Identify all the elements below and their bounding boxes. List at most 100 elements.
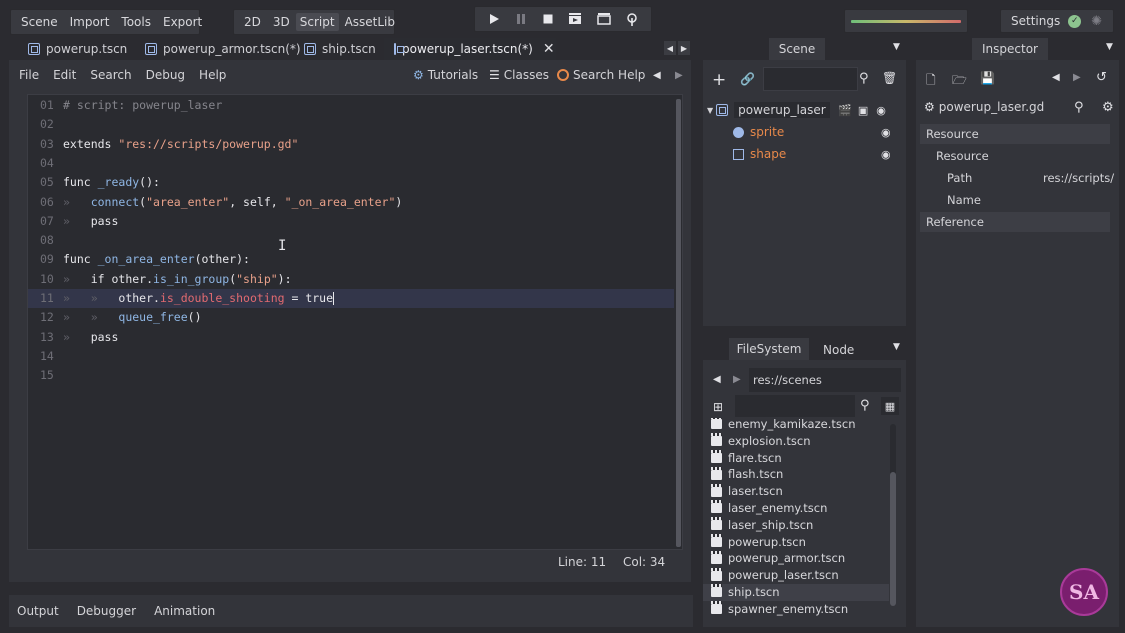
file-item[interactable]: laser_enemy.tscn — [703, 500, 889, 517]
node-tab[interactable]: Node — [823, 343, 854, 357]
dock-menu-icon[interactable]: ▼ — [893, 342, 900, 352]
search-help-button[interactable]: Search Help — [557, 68, 645, 82]
save-icon[interactable]: 💾 — [980, 71, 995, 85]
classes-button[interactable]: ☰ Classes — [489, 68, 549, 82]
menu-export[interactable]: Export — [157, 15, 208, 29]
tree-child-sprite[interactable]: sprite ◉ — [733, 123, 903, 141]
file-item[interactable]: powerup_armor.tscn — [703, 550, 889, 567]
sub-section-resource[interactable]: Resource — [920, 146, 1119, 166]
file-item[interactable]: flash.tscn — [703, 466, 889, 483]
link-icon[interactable]: 🔗 — [740, 72, 755, 86]
code-scrollbar[interactable] — [676, 99, 681, 547]
expand-arrow-icon[interactable]: ▼ — [707, 106, 713, 115]
code-line[interactable]: 07 » pass — [28, 212, 674, 231]
code-line[interactable]: 03 extends "res://scripts/powerup.gd" — [28, 135, 674, 154]
workspace-assetlib[interactable]: AssetLib — [339, 15, 401, 29]
play-icon[interactable] — [488, 13, 500, 25]
code-line[interactable]: 09 func _on_area_enter(other): — [28, 250, 674, 269]
menu-scene[interactable]: Scene — [15, 15, 64, 29]
file-item[interactable]: powerup_laser.tscn — [703, 567, 889, 584]
open-folder-icon[interactable]: 🗁 — [952, 71, 967, 92]
visibility-eye-icon[interactable]: ◉ — [876, 104, 886, 117]
workspace-script[interactable]: Script — [295, 13, 339, 31]
scene-filter-input[interactable] — [763, 67, 858, 91]
code-line[interactable]: 13 » pass — [28, 328, 674, 347]
code-line[interactable]: 08 — [28, 231, 674, 250]
code-line[interactable]: 15 — [28, 366, 674, 385]
file-item[interactable]: powerup.tscn — [703, 533, 889, 551]
script-icon[interactable]: ▣ — [858, 104, 868, 117]
search-icon[interactable]: ⚲ — [1074, 100, 1084, 115]
code-line[interactable]: 01 # script: powerup_laser — [28, 96, 674, 115]
file-item[interactable]: flare.tscn — [703, 449, 889, 467]
chevron-left-icon[interactable]: ◀ — [1052, 72, 1060, 83]
tutorials-button[interactable]: ⚙ Tutorials — [413, 68, 478, 82]
search-icon[interactable]: ⚲ — [860, 398, 870, 413]
close-icon[interactable]: ✕ — [543, 41, 555, 57]
code-line[interactable]: 11 » » other.is_double_shooting = true — [28, 289, 674, 309]
tab-ship[interactable]: ship.tscn — [294, 38, 386, 60]
history-back-icon[interactable]: ◀ — [653, 70, 661, 81]
script-menu-search[interactable]: Search — [90, 68, 131, 82]
inspector-tab[interactable]: Inspector — [972, 38, 1048, 60]
dock-menu-icon[interactable]: ▼ — [1106, 42, 1113, 52]
tab-animation[interactable]: Animation — [154, 604, 215, 618]
stop-icon[interactable] — [542, 13, 554, 25]
script-menu-file[interactable]: File — [19, 68, 39, 82]
code-line[interactable]: 04 — [28, 154, 674, 173]
tab-powerup[interactable]: powerup.tscn — [18, 38, 137, 60]
chevron-right-icon[interactable]: ▶ — [678, 41, 690, 55]
search-icon[interactable]: ⚲ — [859, 71, 869, 86]
code-line[interactable]: 14 — [28, 347, 674, 366]
code-line[interactable]: 05 func _ready(): — [28, 173, 674, 192]
settings-gear-icon[interactable]: ⚙ — [1102, 100, 1114, 115]
section-resource[interactable]: Resource — [920, 124, 1110, 144]
tab-debugger[interactable]: Debugger — [77, 604, 136, 618]
tree-root-node[interactable]: ▼ powerup_laser 🎬 ▣ ◉ — [707, 100, 902, 120]
file-item[interactable]: laser_ship.tscn — [703, 517, 889, 534]
file-item[interactable]: explosion.tscn — [703, 433, 889, 450]
code-line[interactable]: 06 » connect("area_enter", self, "_on_are… — [28, 193, 674, 212]
chevron-right-icon[interactable]: ▶ — [733, 374, 741, 385]
grid-view-icon[interactable]: ▦ — [881, 397, 899, 415]
menu-tools[interactable]: Tools — [115, 15, 157, 29]
scene-dock-tab[interactable]: Scene — [769, 38, 825, 60]
chevron-left-icon[interactable]: ◀ — [664, 41, 676, 55]
filesystem-tab[interactable]: FileSystem — [729, 338, 809, 360]
file-search-input[interactable] — [735, 395, 855, 417]
chevron-left-icon[interactable]: ◀ — [713, 374, 721, 385]
script-menu-edit[interactable]: Edit — [53, 68, 76, 82]
remote-debug-icon[interactable] — [626, 12, 638, 26]
section-reference[interactable]: Reference — [920, 212, 1110, 232]
file-list-scrollbar[interactable] — [890, 424, 896, 606]
history-icon[interactable]: ↺ — [1096, 70, 1107, 85]
file-item[interactable]: laser.tscn — [703, 483, 889, 500]
file-list[interactable]: enemy_kamikaze.tscn explosion.tscn flare.t… — [703, 418, 893, 623]
path-property-value[interactable]: res://scripts/ — [1043, 168, 1119, 188]
clapper-icon[interactable]: 🎬 — [838, 104, 852, 117]
trash-icon[interactable]: 🗑 — [882, 71, 897, 85]
new-resource-icon[interactable]: 🗋 — [926, 71, 936, 92]
visibility-eye-icon[interactable]: ◉ — [881, 126, 891, 139]
code-line[interactable]: 12 » » queue_free() — [28, 308, 674, 327]
tree-toggle-icon[interactable]: ⊞ — [713, 400, 723, 414]
add-node-icon[interactable]: + — [712, 70, 726, 90]
dock-menu-icon[interactable]: ▼ — [893, 42, 900, 52]
workspace-3d[interactable]: 3D — [267, 15, 296, 29]
chevron-right-icon[interactable]: ▶ — [1073, 72, 1081, 83]
tab-powerup-laser[interactable]: powerup_laser.tscn(*) ✕ — [384, 38, 556, 60]
script-menu-debug[interactable]: Debug — [146, 68, 185, 82]
tab-output[interactable]: Output — [17, 604, 59, 618]
menu-import[interactable]: Import — [64, 15, 116, 29]
tree-child-shape[interactable]: shape ◉ — [733, 145, 903, 163]
script-menu-help[interactable]: Help — [199, 68, 226, 82]
play-custom-scene-icon[interactable] — [597, 13, 611, 25]
play-scene-icon[interactable] — [568, 13, 582, 25]
code-line[interactable]: 10 » if other.is_in_group("ship"): — [28, 270, 674, 289]
file-item[interactable]: enemy_kamikaze.tscn — [703, 418, 889, 433]
path-field[interactable]: res://scenes — [749, 368, 901, 392]
history-forward-icon[interactable]: ▶ — [675, 70, 683, 81]
workspace-2d[interactable]: 2D — [238, 15, 267, 29]
tab-powerup-armor[interactable]: powerup_armor.tscn(*) — [135, 38, 311, 60]
code-line[interactable]: 02 — [28, 115, 674, 134]
